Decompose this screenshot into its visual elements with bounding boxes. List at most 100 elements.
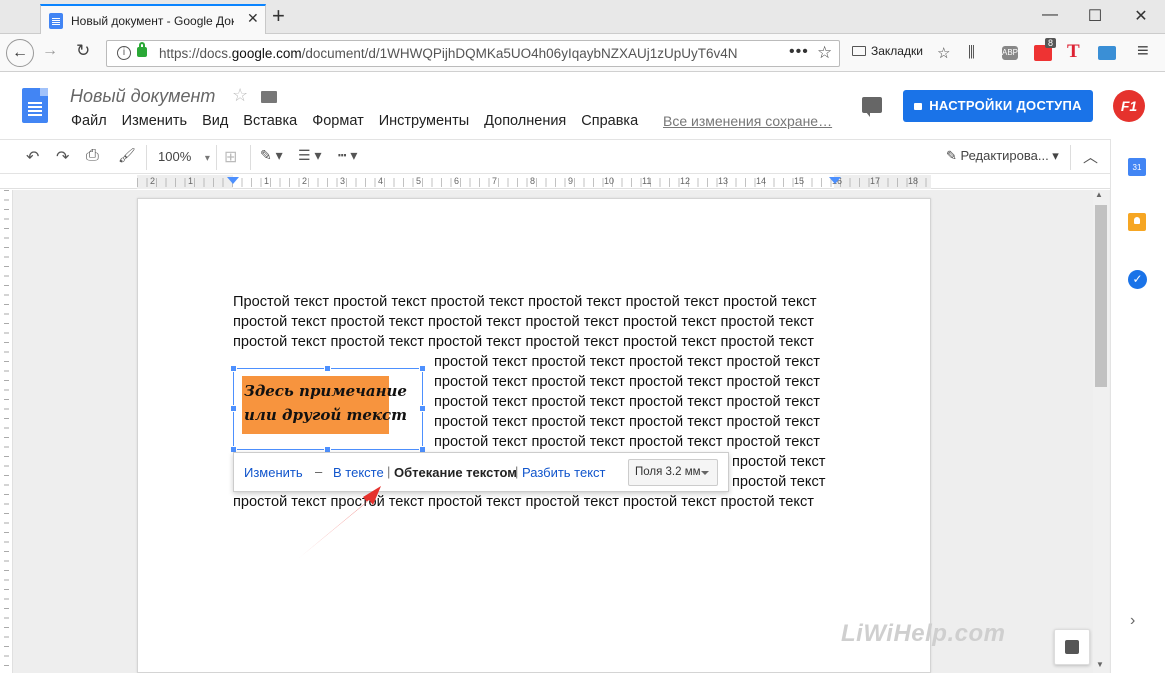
text-line[interactable]: простой текст: [732, 474, 825, 490]
maximize-button[interactable]: ☐: [1080, 6, 1110, 26]
docs-toolbar: ↶ ↷ ⎙ 🖌 100% ▾ ⊞ ✎ ▾ ☰ ▾ ┅ ▾ ✎ Редактиро…: [0, 139, 1110, 174]
right-indent-marker[interactable]: [829, 177, 841, 184]
left-indent-marker[interactable]: [227, 177, 239, 184]
tab-title: Новый документ - Google Доку: [71, 14, 234, 28]
comments-icon[interactable]: [862, 97, 882, 117]
new-tab-button[interactable]: +: [272, 3, 285, 29]
text-line[interactable]: простой текст простой текст простой текс…: [434, 414, 820, 430]
adblock-icon[interactable]: ABP: [1002, 46, 1018, 60]
print-icon[interactable]: ⎙: [86, 147, 99, 165]
expand-panel-icon[interactable]: ›: [1130, 612, 1135, 630]
document-title[interactable]: Новый документ: [70, 86, 215, 107]
bookmark-manager-icon[interactable]: ☆: [937, 44, 950, 62]
menu-insert[interactable]: Вставка: [243, 113, 297, 129]
docs-favicon-icon: [49, 13, 63, 29]
keep-icon[interactable]: [1128, 213, 1146, 231]
collapse-menu-icon[interactable]: ︿: [1083, 146, 1098, 167]
border-dash-icon[interactable]: ┅ ▾: [338, 147, 357, 164]
menu-help[interactable]: Справка: [581, 113, 638, 129]
avatar[interactable]: F1: [1113, 90, 1145, 122]
calendar-icon[interactable]: 31: [1128, 158, 1146, 176]
vertical-ruler[interactable]: [0, 190, 13, 673]
toolbar-divider: [146, 145, 147, 170]
browser-navbar: ← → ↻ i https://docs.google.com/document…: [0, 34, 1165, 72]
url-text[interactable]: https://docs.google.com/document/d/1WHWQ…: [159, 46, 759, 61]
menu-file[interactable]: Файл: [71, 113, 107, 129]
resize-handle[interactable]: [419, 405, 426, 412]
edit-image-link[interactable]: Изменить: [244, 465, 303, 480]
close-tab-icon[interactable]: ✕: [247, 10, 259, 27]
add-icon[interactable]: ⊞: [224, 147, 237, 167]
google-docs-logo-icon[interactable]: [22, 88, 48, 123]
browser-tab-strip: Новый документ - Google Доку ✕ + — ☐ ✕: [0, 0, 1165, 34]
scroll-up-arrow[interactable]: ▲: [1095, 190, 1103, 199]
border-weight-icon[interactable]: ☰ ▾: [298, 147, 321, 164]
menu-edit[interactable]: Изменить: [122, 113, 187, 129]
text-line[interactable]: простой текст простой текст простой текс…: [434, 394, 820, 410]
back-button[interactable]: ←: [6, 39, 34, 67]
address-bar[interactable]: i https://docs.google.com/document/d/1WH…: [106, 40, 840, 67]
menu-addons[interactable]: Дополнения: [484, 113, 566, 129]
info-icon[interactable]: i: [117, 46, 131, 60]
bookmark-star-icon[interactable]: ☆: [817, 43, 832, 63]
close-window-button[interactable]: ✕: [1126, 6, 1156, 26]
toolbar-divider: [250, 145, 251, 170]
share-button[interactable]: НАСТРОЙКИ ДОСТУПА: [903, 90, 1093, 122]
text-line[interactable]: простой текст простой текст простой текс…: [434, 374, 820, 390]
bookmarks-button[interactable]: Закладки: [852, 44, 923, 58]
separator: |: [515, 464, 519, 479]
folder-icon: [852, 46, 866, 56]
toolbar-divider: [1070, 145, 1071, 170]
explore-button[interactable]: [1054, 629, 1090, 665]
forward-button[interactable]: →: [42, 42, 58, 60]
folder-icon[interactable]: [261, 91, 277, 103]
inline-option[interactable]: В тексте: [333, 465, 384, 480]
border-color-icon[interactable]: ✎ ▾: [260, 147, 283, 164]
hamburger-menu-icon[interactable]: ≡: [1137, 40, 1149, 63]
extension-badge: 8: [1045, 38, 1057, 48]
resize-handle[interactable]: [230, 405, 237, 412]
text-line[interactable]: простой текст простой текст простой текс…: [434, 354, 820, 370]
library-icon[interactable]: ⫼: [968, 44, 975, 61]
resize-handle[interactable]: [230, 365, 237, 372]
lock-icon: [137, 42, 147, 57]
annotation-arrow: [299, 486, 381, 558]
menu-view[interactable]: Вид: [202, 113, 228, 129]
text-line[interactable]: простой текст простой текст простой текс…: [434, 434, 820, 450]
lock-icon: [914, 103, 923, 110]
undo-icon[interactable]: ↶: [26, 147, 39, 167]
toolbar-divider: [216, 145, 217, 170]
text-line[interactable]: простой текст: [732, 454, 825, 470]
star-icon[interactable]: ☆: [232, 85, 248, 106]
paint-format-icon[interactable]: 🖌: [118, 147, 136, 164]
screenshot-icon[interactable]: [1098, 46, 1116, 60]
page-actions-icon[interactable]: •••: [789, 43, 809, 61]
margin-select[interactable]: Поля 3.2 мм: [628, 459, 718, 486]
translate-t-icon[interactable]: T: [1067, 41, 1080, 63]
redo-icon[interactable]: ↷: [56, 147, 69, 167]
text-line[interactable]: простой текст простой текст простой текс…: [233, 334, 814, 350]
docs-menubar: Файл Изменить Вид Вставка Формат Инструм…: [71, 113, 638, 129]
separator: |: [387, 464, 391, 479]
menu-tools[interactable]: Инструменты: [379, 113, 469, 129]
editing-mode-select[interactable]: ✎ Редактирова... ▾: [946, 148, 1059, 164]
browser-tab[interactable]: Новый документ - Google Доку ✕: [40, 4, 266, 34]
note-image-text: Здесь примечание или другой текст: [244, 382, 408, 424]
separator-dash: –: [315, 464, 323, 479]
break-text-option[interactable]: Разбить текст: [522, 465, 606, 480]
horizontal-ruler[interactable]: 21 12 34 56 78 9 10 11 12 13 14 15 16 17 18: [0, 175, 1110, 189]
text-line[interactable]: Простой текст простой текст простой текс…: [233, 294, 817, 310]
reload-button[interactable]: ↻: [76, 41, 90, 61]
minimize-button[interactable]: —: [1035, 6, 1065, 24]
menu-format[interactable]: Формат: [312, 113, 364, 129]
save-status-link[interactable]: Все изменения сохране…: [663, 113, 832, 129]
tasks-icon[interactable]: ✓: [1128, 270, 1147, 289]
scrollbar-thumb[interactable]: [1095, 205, 1107, 387]
zoom-select[interactable]: 100% ▾: [158, 149, 210, 164]
resize-handle[interactable]: [324, 365, 331, 372]
resize-handle[interactable]: [419, 365, 426, 372]
scroll-down-arrow[interactable]: ▼: [1096, 660, 1104, 669]
watermark: LiWiHelp.com: [841, 620, 1006, 647]
text-line[interactable]: простой текст простой текст простой текс…: [233, 314, 814, 330]
wrap-text-option[interactable]: Обтекание текстом: [394, 465, 517, 480]
